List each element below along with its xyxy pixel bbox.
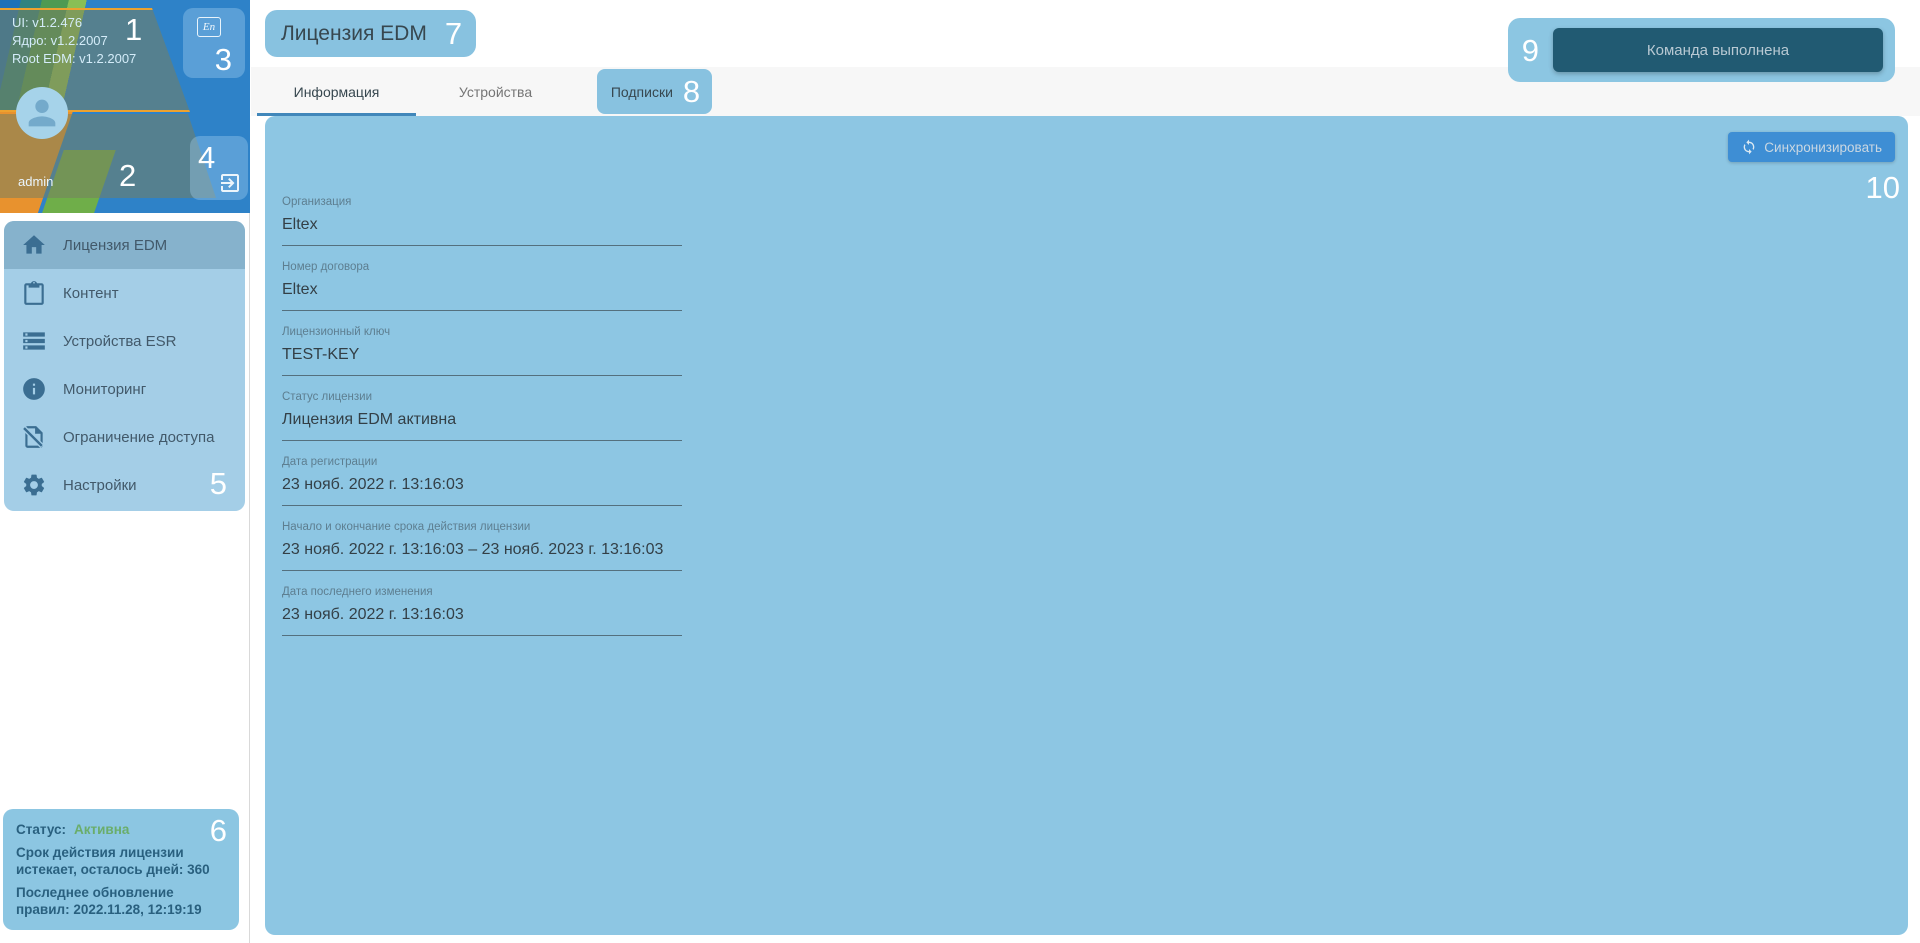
callout-8: 8 xyxy=(682,74,701,109)
form-field-last-modified: Дата последнего изменения 23 нояб. 2022 … xyxy=(282,586,682,636)
document-slash-icon xyxy=(21,425,44,449)
form-field-license-key: Лицензионный ключ TEST-KEY xyxy=(282,326,682,376)
field-value[interactable]: Лицензия EDM активна xyxy=(282,410,682,430)
page-title: Лицензия EDM xyxy=(281,21,427,45)
sidebar-item-content[interactable]: Контент xyxy=(4,269,245,317)
field-value[interactable]: 23 нояб. 2022 г. 13:16:03 xyxy=(282,605,682,625)
sidebar-item-label: Лицензия EDM xyxy=(63,236,168,254)
sidebar-item-devices-esr[interactable]: Устройства ESR xyxy=(4,317,245,365)
license-status-panel: 6 Статус: Активна Срок действия лицензии … xyxy=(3,809,239,930)
version-info: UI: v1.2.476 Ядро: v1.2.2007 Root EDM: v… xyxy=(12,14,136,68)
callout-3: 3 xyxy=(214,42,232,77)
callout-1: 1 xyxy=(125,12,143,47)
toast-message: Команда выполнена xyxy=(1553,28,1883,72)
sidebar-item-label: Мониторинг xyxy=(63,380,147,398)
callout-7: 7 xyxy=(444,16,463,51)
sidebar: UI: v1.2.476 Ядро: v1.2.2007 Root EDM: v… xyxy=(0,0,250,943)
brand-header: UI: v1.2.476 Ядро: v1.2.2007 Root EDM: v… xyxy=(0,0,250,213)
callout-4: 4 xyxy=(198,140,216,175)
field-label: Дата последнего изменения xyxy=(282,586,433,598)
logout-icon[interactable] xyxy=(218,171,242,195)
sidebar-item-license-edm[interactable]: Лицензия EDM xyxy=(4,221,245,269)
sidebar-item-label: Настройки xyxy=(63,476,137,494)
field-label: Номер договора xyxy=(282,261,370,273)
sidebar-item-label: Устройства ESR xyxy=(63,332,177,350)
tab-devices[interactable]: Устройства xyxy=(416,67,575,116)
field-value[interactable]: 23 нояб. 2022 г. 13:16:03 xyxy=(282,475,682,495)
sidebar-menu: Лицензия EDM Контент Устройства ESR Мони… xyxy=(4,221,245,511)
form-field-validity-period: Начало и окончание срока действия лиценз… xyxy=(282,521,682,571)
tab-information[interactable]: Информация xyxy=(257,67,416,116)
content-panel: Синхронизировать 10 Организация Eltex Но… xyxy=(265,116,1908,935)
version-ui: UI: v1.2.476 xyxy=(12,15,83,30)
tab-subscriptions-highlight[interactable]: Подписки 8 xyxy=(596,69,713,114)
field-value[interactable]: Eltex xyxy=(282,215,682,235)
form-field-contract-number: Номер договора Eltex xyxy=(282,261,682,311)
sidebar-item-label: Контент xyxy=(63,284,119,302)
sidebar-item-label: Ограничение доступа xyxy=(63,428,215,446)
callout-9: 9 xyxy=(1521,32,1539,68)
license-info-form: Организация Eltex Номер договора Eltex Л… xyxy=(282,196,682,651)
field-label: Дата регистрации xyxy=(282,456,378,468)
tab-label: Устройства xyxy=(458,83,533,100)
version-core: Ядро: v1.2.2007 xyxy=(12,33,108,48)
form-field-license-status: Статус лицензии Лицензия EDM активна xyxy=(282,391,682,441)
license-expiry-text: Срок действия лицензии истекает, осталос… xyxy=(16,845,210,877)
username-label: admin xyxy=(18,174,54,189)
language-icon[interactable]: En xyxy=(197,17,221,37)
field-label: Статус лицензии xyxy=(282,391,373,403)
synchronize-label: Синхронизировать xyxy=(1764,139,1882,155)
field-value[interactable]: 23 нояб. 2022 г. 13:16:03 – 23 нояб. 202… xyxy=(282,540,682,560)
sync-icon xyxy=(1743,139,1755,155)
field-label: Организация xyxy=(282,196,352,208)
home-icon xyxy=(23,235,45,254)
callout-10: 10 xyxy=(1865,170,1900,205)
synchronize-button[interactable]: Синхронизировать xyxy=(1728,132,1895,162)
version-root: Root EDM: v1.2.2007 xyxy=(12,51,137,66)
clipboard-icon xyxy=(24,281,44,305)
status-row: Статус: Активна xyxy=(16,821,227,838)
tab-label: Подписки xyxy=(610,83,673,100)
callout-5: 5 xyxy=(209,466,227,501)
form-field-organization: Организация Eltex xyxy=(282,196,682,246)
callout-2: 2 xyxy=(119,158,137,193)
tab-subscriptions[interactable]: Подписки 8 xyxy=(575,67,734,116)
form-field-registration-date: Дата регистрации 23 нояб. 2022 г. 13:16:… xyxy=(282,456,682,506)
field-label: Начало и окончание срока действия лиценз… xyxy=(282,521,531,533)
language-button[interactable]: En 3 xyxy=(183,8,245,78)
logout-button[interactable]: 4 xyxy=(190,136,248,200)
main-area: Лицензия EDM 7 Информация Устройства Под… xyxy=(251,0,1920,943)
sidebar-item-monitoring[interactable]: Мониторинг xyxy=(4,365,245,413)
field-label: Лицензионный ключ xyxy=(282,326,391,338)
person-icon xyxy=(28,99,56,127)
toast-highlight: 9 Команда выполнена xyxy=(1507,18,1895,82)
tab-label: Информация xyxy=(293,83,380,100)
info-icon xyxy=(23,378,45,400)
sidebar-item-access-restriction[interactable]: Ограничение доступа xyxy=(4,413,245,461)
status-badge: Активна xyxy=(74,822,130,837)
server-rack-icon xyxy=(23,332,45,350)
title-highlight: Лицензия EDM 7 xyxy=(265,10,477,57)
field-value[interactable]: TEST-KEY xyxy=(282,345,682,365)
field-value[interactable]: Eltex xyxy=(282,280,682,300)
callout-6: 6 xyxy=(209,813,227,848)
status-label: Статус: xyxy=(16,822,66,837)
gear-icon xyxy=(23,474,45,496)
avatar xyxy=(16,87,68,139)
rules-updated-text: Последнее обновление правил: 2022.11.28,… xyxy=(16,885,202,917)
